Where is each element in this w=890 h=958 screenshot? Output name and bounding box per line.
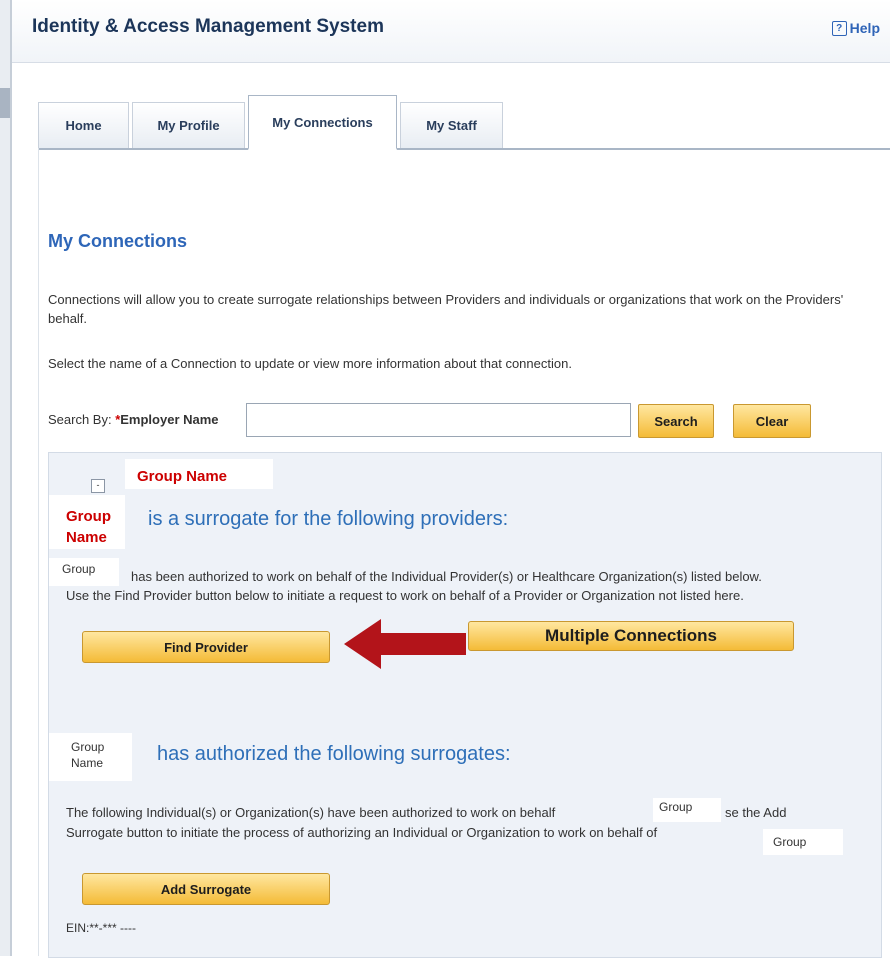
help-label[interactable]: Help	[850, 20, 880, 36]
tab-home[interactable]: Home	[38, 102, 129, 148]
intro-text: Connections will allow you to create sur…	[48, 292, 844, 326]
group-small-label: Group	[49, 558, 119, 586]
connection-panel: - Group Name Group Name is a surrogate f…	[48, 452, 882, 958]
tab-my-profile[interactable]: My Profile	[132, 102, 245, 148]
surrogates-text-2: Surrogate button to initiate the process…	[66, 825, 658, 840]
help-link[interactable]: ? Help	[831, 20, 880, 36]
group-small-line1: Group	[71, 740, 105, 754]
group-small-inline-2: Group	[763, 829, 843, 855]
surrogates-text-1a: The following Individual(s) or Organizat…	[66, 805, 556, 820]
left-scroll-rail	[0, 0, 12, 956]
group-name-header[interactable]: Group Name	[137, 468, 227, 485]
multiple-connections-button[interactable]: Multiple Connections	[468, 621, 794, 651]
search-by-label: Search By:	[48, 412, 116, 427]
employer-name-label: Employer Name	[120, 412, 219, 427]
authorized-text-2: Use the Find Provider button below to in…	[66, 588, 744, 603]
tab-bar: Home My Profile My Connections My Staff	[38, 95, 890, 150]
instruction-text: Select the name of a Connection to updat…	[48, 356, 572, 371]
page-title: My Connections	[48, 231, 188, 251]
rail-marker	[0, 88, 10, 118]
authorized-surrogates-heading: has authorized the following surrogates:	[157, 743, 511, 765]
surrogate-heading: is a surrogate for the following provide…	[148, 508, 509, 530]
tab-my-staff[interactable]: My Staff	[400, 102, 503, 148]
search-label: Search By: *Employer Name	[48, 412, 219, 427]
ein-value: ----	[120, 921, 137, 935]
help-icon[interactable]: ?	[831, 20, 847, 36]
search-row: Search By: *Employer Name Search Clear	[48, 400, 828, 440]
red-arrow-icon	[344, 619, 466, 669]
group-name-left-line1: Group	[66, 508, 111, 525]
employer-name-input[interactable]	[246, 403, 631, 437]
authorized-text-1: has been authorized to work on behalf of…	[131, 569, 762, 584]
surrogates-text-1b: se the Add	[725, 805, 787, 820]
clear-button[interactable]: Clear	[733, 404, 811, 438]
add-surrogate-button[interactable]: Add Surrogate	[82, 873, 330, 905]
find-provider-button[interactable]: Find Provider	[82, 631, 330, 663]
group-small-line2: Name	[71, 756, 104, 770]
collapse-icon[interactable]: -	[91, 479, 105, 493]
group-small-inline-1: Group	[653, 798, 721, 822]
page: Identity & Access Management System ? He…	[12, 0, 890, 958]
tab-my-connections[interactable]: My Connections	[248, 95, 397, 150]
ein-label: EIN:**-***	[66, 921, 117, 935]
app-title: Identity & Access Management System	[32, 16, 384, 37]
app-header: Identity & Access Management System ? He…	[12, 0, 890, 63]
ein-text: EIN:**-*** ----	[66, 921, 136, 935]
search-button[interactable]: Search	[638, 404, 714, 438]
group-name-left-line2: Name	[66, 529, 107, 546]
group-name-small-box: Group Name	[49, 733, 132, 781]
